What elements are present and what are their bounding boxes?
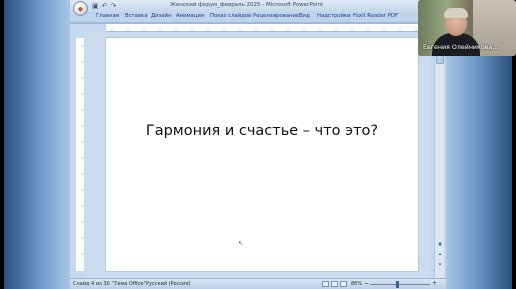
tab-animations[interactable]: Анимация — [176, 13, 204, 19]
slide-canvas[interactable]: Гармония и счастье – что это? ↖ — [106, 38, 418, 271]
redo-icon[interactable]: ↷ — [111, 1, 117, 11]
scroll-down-icon[interactable]: ▼ — [436, 242, 444, 249]
vertical-ruler-ticks — [81, 45, 84, 255]
window-title: Женский форум_февраль 2025 - Microsoft P… — [170, 2, 324, 8]
language-indicator[interactable]: Русский (Россия) — [146, 281, 190, 287]
quick-access-toolbar: ▣ ↶ ↷ — [92, 1, 116, 11]
participant-name: Евгения Олейникова,... — [423, 44, 501, 51]
zoom-slider-thumb[interactable] — [396, 281, 399, 288]
previous-slide-icon[interactable]: ⏶ — [436, 252, 444, 259]
ribbon-tab-strip: Главная Вставка Дизайн Анимация Показ сл… — [70, 12, 446, 22]
next-slide-icon[interactable]: ⏷ — [436, 262, 444, 269]
zoom-slider[interactable] — [370, 284, 430, 285]
screen: ▣ ↶ ↷ Женский форум_февраль 2025 - Micro… — [0, 0, 516, 289]
tab-insert[interactable]: Вставка — [125, 13, 147, 19]
slide-show-icon[interactable] — [340, 281, 347, 287]
slide-counter: Слайд 4 из 30 — [73, 281, 110, 287]
desktop-background-left — [0, 0, 70, 289]
tab-slide-show[interactable]: Показ слайдов — [210, 13, 251, 19]
zoom-level[interactable]: 86% — [351, 281, 362, 287]
theme-name[interactable]: "Тема Office" — [112, 281, 146, 287]
horizontal-ruler-ticks — [111, 29, 417, 32]
save-icon[interactable]: ▣ — [92, 1, 99, 11]
powerpoint-window: ▣ ↶ ↷ Женский форум_февраль 2025 - Micro… — [70, 0, 446, 289]
webcam-overlay: Евгения Олейникова,... — [418, 0, 516, 56]
slide-title[interactable]: Гармония и счастье – что это? — [106, 123, 418, 139]
vertical-ruler — [76, 38, 84, 271]
title-bar: ▣ ↶ ↷ Женский форум_февраль 2025 - Micro… — [70, 0, 446, 12]
undo-icon[interactable]: ↶ — [102, 1, 108, 11]
zoom-out-icon[interactable]: − — [364, 280, 369, 287]
horizontal-ruler — [106, 24, 418, 32]
vertical-scrollbar[interactable]: ▲ ▼ ⏶ ⏷ — [434, 24, 444, 278]
tab-addins[interactable]: Надстройки — [317, 13, 351, 19]
office-logo-icon: ◆ — [77, 4, 84, 13]
tab-foxit[interactable]: Foxit Reader PDF — [353, 13, 398, 19]
tab-home[interactable]: Главная — [96, 13, 119, 19]
normal-view-icon[interactable] — [322, 281, 329, 287]
tab-view[interactable]: Вид — [299, 13, 310, 19]
mouse-cursor-icon: ↖ — [238, 240, 244, 247]
tab-review[interactable]: Рецензирование — [253, 13, 299, 19]
status-bar: Слайд 4 из 30 "Тема Office" Русский (Рос… — [70, 278, 446, 289]
tab-design[interactable]: Дизайн — [151, 13, 172, 19]
slide-sorter-icon[interactable] — [331, 281, 338, 287]
zoom-in-icon[interactable]: + — [432, 280, 437, 287]
presenter-hair — [444, 8, 468, 18]
office-button[interactable]: ◆ — [73, 1, 88, 16]
